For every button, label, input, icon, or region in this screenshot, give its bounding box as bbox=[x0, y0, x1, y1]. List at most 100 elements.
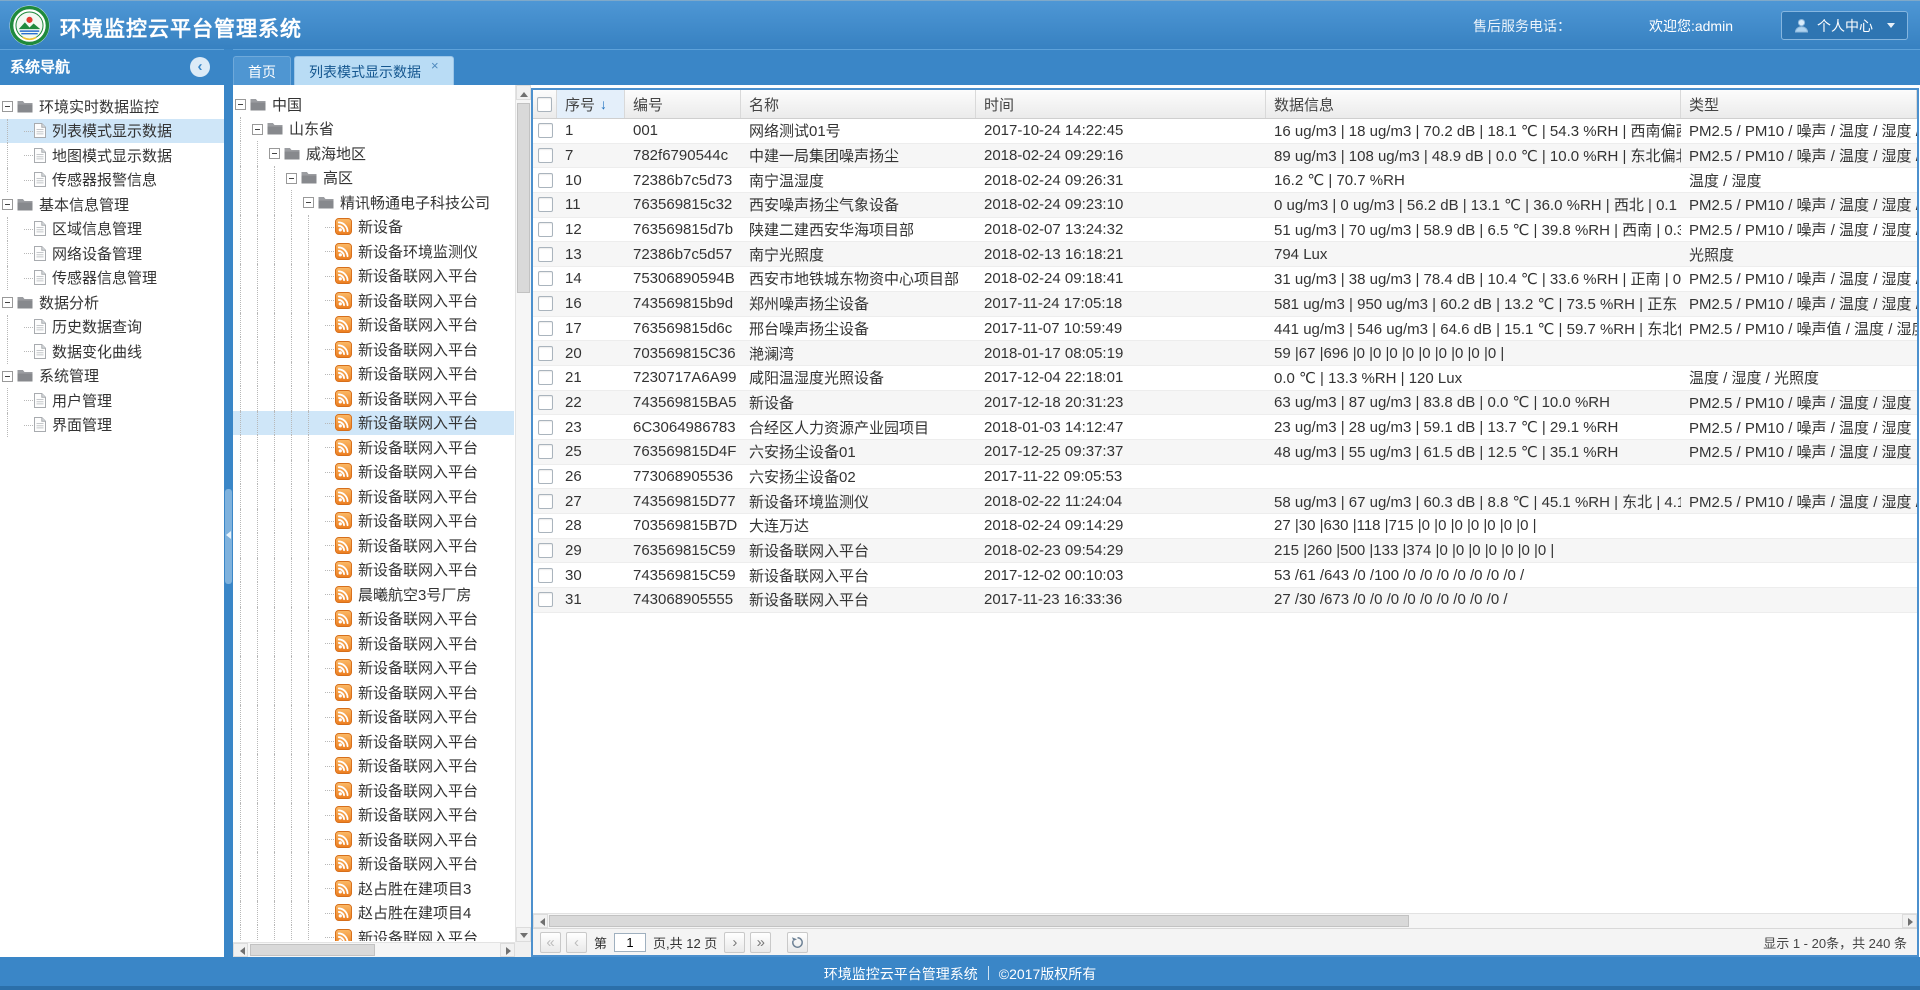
column-header-code[interactable]: 编号 bbox=[625, 90, 741, 118]
device-item[interactable]: 新设备 bbox=[233, 215, 514, 240]
table-row[interactable]: 12763569815d7b陕建二建西安华海项目部2018-02-07 13:2… bbox=[533, 218, 1917, 243]
scrollbar-thumb[interactable] bbox=[517, 103, 530, 293]
prev-page-button[interactable]: ‹ bbox=[566, 932, 587, 953]
refresh-button[interactable] bbox=[787, 932, 808, 953]
tab-list-mode-display[interactable]: 列表模式显示数据× bbox=[294, 56, 454, 86]
device-item[interactable]: 新设备联网入平台 bbox=[233, 680, 514, 705]
table-row[interactable]: 17763569815d6c邢台噪声扬尘设备2017-11-07 10:59:4… bbox=[533, 317, 1917, 342]
row-checkbox[interactable] bbox=[538, 469, 553, 484]
device-item[interactable]: 新设备联网入平台 bbox=[233, 607, 514, 632]
device-item[interactable]: 新设备联网入平台 bbox=[233, 754, 514, 779]
device-item[interactable]: 新设备联网入平台 bbox=[233, 852, 514, 877]
collapse-toggle-icon[interactable] bbox=[2, 297, 13, 308]
row-checkbox[interactable] bbox=[538, 370, 553, 385]
sidebar-item[interactable]: 历史数据查询 bbox=[0, 315, 224, 340]
row-checkbox[interactable] bbox=[538, 148, 553, 163]
device-item[interactable]: 新设备联网入平台 bbox=[233, 827, 514, 852]
row-checkbox[interactable] bbox=[538, 271, 553, 286]
row-checkbox[interactable] bbox=[538, 197, 553, 212]
device-item[interactable]: 新设备联网入平台 bbox=[233, 803, 514, 828]
row-checkbox[interactable] bbox=[538, 222, 553, 237]
row-checkbox[interactable] bbox=[538, 296, 553, 311]
sidebar-item[interactable]: 传感器信息管理 bbox=[0, 266, 224, 291]
region-folder[interactable]: 精讯畅通电子科技公司 bbox=[233, 190, 514, 215]
region-folder[interactable]: 威海地区 bbox=[233, 141, 514, 166]
sidebar-item[interactable]: 数据变化曲线 bbox=[0, 339, 224, 364]
device-item[interactable]: 新设备联网入平台 bbox=[233, 778, 514, 803]
table-row[interactable]: 16743569815b9d郑州噪声扬尘设备2017-11-24 17:05:1… bbox=[533, 292, 1917, 317]
device-item[interactable]: 新设备联网入平台 bbox=[233, 729, 514, 754]
collapse-toggle-icon[interactable] bbox=[2, 101, 13, 112]
device-item[interactable]: 新设备联网入平台 bbox=[233, 264, 514, 289]
tab-home[interactable]: 首页 bbox=[233, 56, 291, 86]
region-folder[interactable]: 高区 bbox=[233, 166, 514, 191]
sidebar-item[interactable]: 传感器报警信息 bbox=[0, 168, 224, 193]
row-checkbox[interactable] bbox=[538, 346, 553, 361]
device-item[interactable]: 新设备联网入平台 bbox=[233, 435, 514, 460]
table-row[interactable]: 7782f6790544c中建一局集团噪声扬尘2018-02-24 09:29:… bbox=[533, 144, 1917, 169]
nav-folder[interactable]: 基本信息管理 bbox=[0, 192, 224, 217]
column-header-type[interactable]: 类型 bbox=[1681, 90, 1917, 118]
page-input[interactable] bbox=[614, 933, 646, 952]
row-checkbox[interactable] bbox=[538, 444, 553, 459]
scroll-right-icon[interactable] bbox=[500, 943, 515, 957]
nav-folder[interactable]: 环境实时数据监控 bbox=[0, 94, 224, 119]
device-item[interactable]: 新设备联网入平台 bbox=[233, 386, 514, 411]
column-header-data[interactable]: 数据信息 bbox=[1266, 90, 1681, 118]
sidebar-item[interactable]: 区域信息管理 bbox=[0, 217, 224, 242]
collapse-toggle-icon[interactable] bbox=[252, 124, 263, 135]
table-row[interactable]: 11763569815c32西安噪声扬尘气象设备2018-02-24 09:23… bbox=[533, 193, 1917, 218]
select-all-checkbox[interactable] bbox=[537, 97, 552, 112]
device-item[interactable]: 新设备联网入平台 bbox=[233, 509, 514, 534]
column-header-time[interactable]: 时间 bbox=[976, 90, 1266, 118]
tree-horizontal-scrollbar[interactable] bbox=[233, 942, 515, 957]
next-page-button[interactable]: › bbox=[724, 932, 745, 953]
scroll-left-icon[interactable] bbox=[533, 914, 548, 928]
region-folder[interactable]: 中国 bbox=[233, 92, 514, 117]
table-row[interactable]: 26773068905536六安扬尘设备022017-11-22 09:05:5… bbox=[533, 465, 1917, 490]
sidebar-item[interactable]: 用户管理 bbox=[0, 388, 224, 413]
scroll-up-icon[interactable] bbox=[516, 85, 531, 100]
table-row[interactable]: 28703569815B7D大连万达2018-02-24 09:14:2927 … bbox=[533, 514, 1917, 539]
profile-button[interactable]: 个人中心 bbox=[1781, 11, 1908, 40]
table-row[interactable]: 27743569815D77新设备环境监测仪2018-02-22 11:24:0… bbox=[533, 489, 1917, 514]
device-item[interactable]: 新设备联网入平台 bbox=[233, 558, 514, 583]
table-row[interactable]: 217230717A6A99咸阳温湿度光照设备2017-12-04 22:18:… bbox=[533, 366, 1917, 391]
device-item[interactable]: 晨曦航空3号厂房 bbox=[233, 582, 514, 607]
table-row[interactable]: 30743569815C59新设备联网入平台2017-12-02 00:10:0… bbox=[533, 563, 1917, 588]
scroll-left-icon[interactable] bbox=[233, 943, 248, 957]
row-checkbox[interactable] bbox=[538, 543, 553, 558]
device-item[interactable]: 新设备联网入平台 bbox=[233, 533, 514, 558]
tab-close-icon[interactable]: × bbox=[431, 59, 439, 72]
scroll-right-icon[interactable] bbox=[1902, 914, 1917, 928]
device-item[interactable]: 新设备联网入平台 bbox=[233, 337, 514, 362]
row-checkbox[interactable] bbox=[538, 395, 553, 410]
nav-folder[interactable]: 系统管理 bbox=[0, 364, 224, 389]
row-checkbox[interactable] bbox=[538, 494, 553, 509]
device-item[interactable]: 新设备联网入平台 bbox=[233, 925, 514, 941]
device-item[interactable]: 新设备联网入平台 bbox=[233, 288, 514, 313]
row-checkbox[interactable] bbox=[538, 592, 553, 607]
first-page-button[interactable]: « bbox=[540, 932, 561, 953]
table-row[interactable]: 1072386b7c5d73南宁温湿度2018-02-24 09:26:3116… bbox=[533, 168, 1917, 193]
table-row[interactable]: 1001网络测试01号2017-10-24 14:22:4516 ug/m3 |… bbox=[533, 119, 1917, 144]
device-item[interactable]: 新设备联网入平台 bbox=[233, 362, 514, 387]
table-horizontal-scrollbar[interactable] bbox=[533, 913, 1917, 928]
splitter-handle-icon[interactable] bbox=[225, 489, 232, 584]
device-item[interactable]: 赵占胜在建项目3 bbox=[233, 876, 514, 901]
sidebar-item[interactable]: 列表模式显示数据 bbox=[0, 119, 224, 144]
row-checkbox[interactable] bbox=[538, 518, 553, 533]
collapse-toggle-icon[interactable] bbox=[235, 99, 246, 110]
tree-vertical-scrollbar[interactable] bbox=[515, 85, 531, 942]
sidebar-collapse-button[interactable]: ‹ bbox=[190, 57, 210, 77]
table-row[interactable]: 22743569815BA5新设备2017-12-18 20:31:2363 u… bbox=[533, 391, 1917, 416]
sidebar-item[interactable]: 地图模式显示数据 bbox=[0, 143, 224, 168]
column-header-name[interactable]: 名称 bbox=[741, 90, 976, 118]
table-row[interactable]: 1372386b7c5d57南宁光照度2018-02-13 16:18:2179… bbox=[533, 242, 1917, 267]
scrollbar-thumb[interactable] bbox=[549, 915, 1409, 927]
device-item[interactable]: 新设备联网入平台 bbox=[233, 460, 514, 485]
collapse-toggle-icon[interactable] bbox=[269, 148, 280, 159]
scrollbar-thumb[interactable] bbox=[250, 944, 375, 956]
row-checkbox[interactable] bbox=[538, 420, 553, 435]
sidebar-item[interactable]: 界面管理 bbox=[0, 413, 224, 438]
